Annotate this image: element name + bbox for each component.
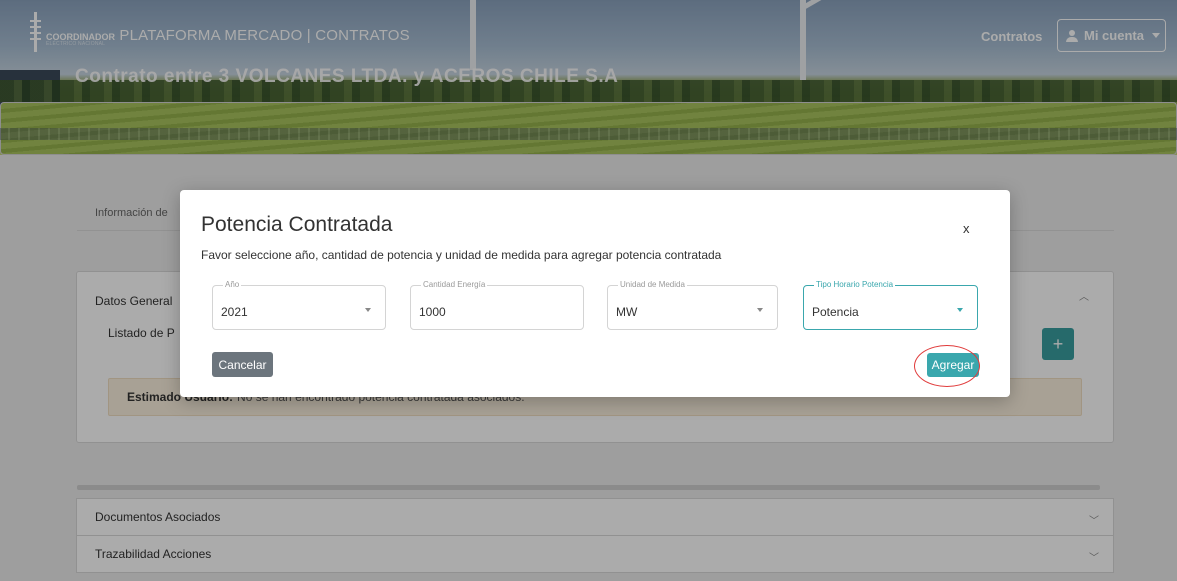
dropdown-arrow-icon	[757, 308, 763, 312]
unit-value: MW	[616, 305, 638, 319]
year-select[interactable]: Año 2021	[212, 280, 386, 330]
highlight-annotation	[914, 345, 980, 387]
modal-title: Potencia Contratada	[201, 213, 393, 236]
power-contract-modal: Potencia Contratada x Favor seleccione a…	[180, 190, 1010, 397]
year-value: 2021	[221, 305, 248, 319]
schedule-type-select[interactable]: Tipo Horario Potencia Potencia	[803, 280, 978, 330]
schedule-type-value: Potencia	[812, 305, 859, 319]
modal-subtitle: Favor seleccione año, cantidad de potenc…	[201, 248, 722, 262]
dropdown-arrow-icon	[365, 308, 371, 312]
amount-input[interactable]: Cantidad Energía 1000	[410, 280, 584, 330]
amount-label: Cantidad Energía	[421, 280, 488, 289]
dropdown-arrow-icon	[957, 308, 963, 312]
close-icon[interactable]: x	[963, 221, 970, 236]
amount-value: 1000	[419, 305, 446, 319]
unit-label: Unidad de Medida	[618, 280, 687, 289]
unit-select[interactable]: Unidad de Medida MW	[607, 280, 778, 330]
year-label: Año	[223, 280, 242, 289]
cancel-button[interactable]: Cancelar	[212, 352, 273, 377]
schedule-type-label: Tipo Horario Potencia	[814, 280, 896, 289]
